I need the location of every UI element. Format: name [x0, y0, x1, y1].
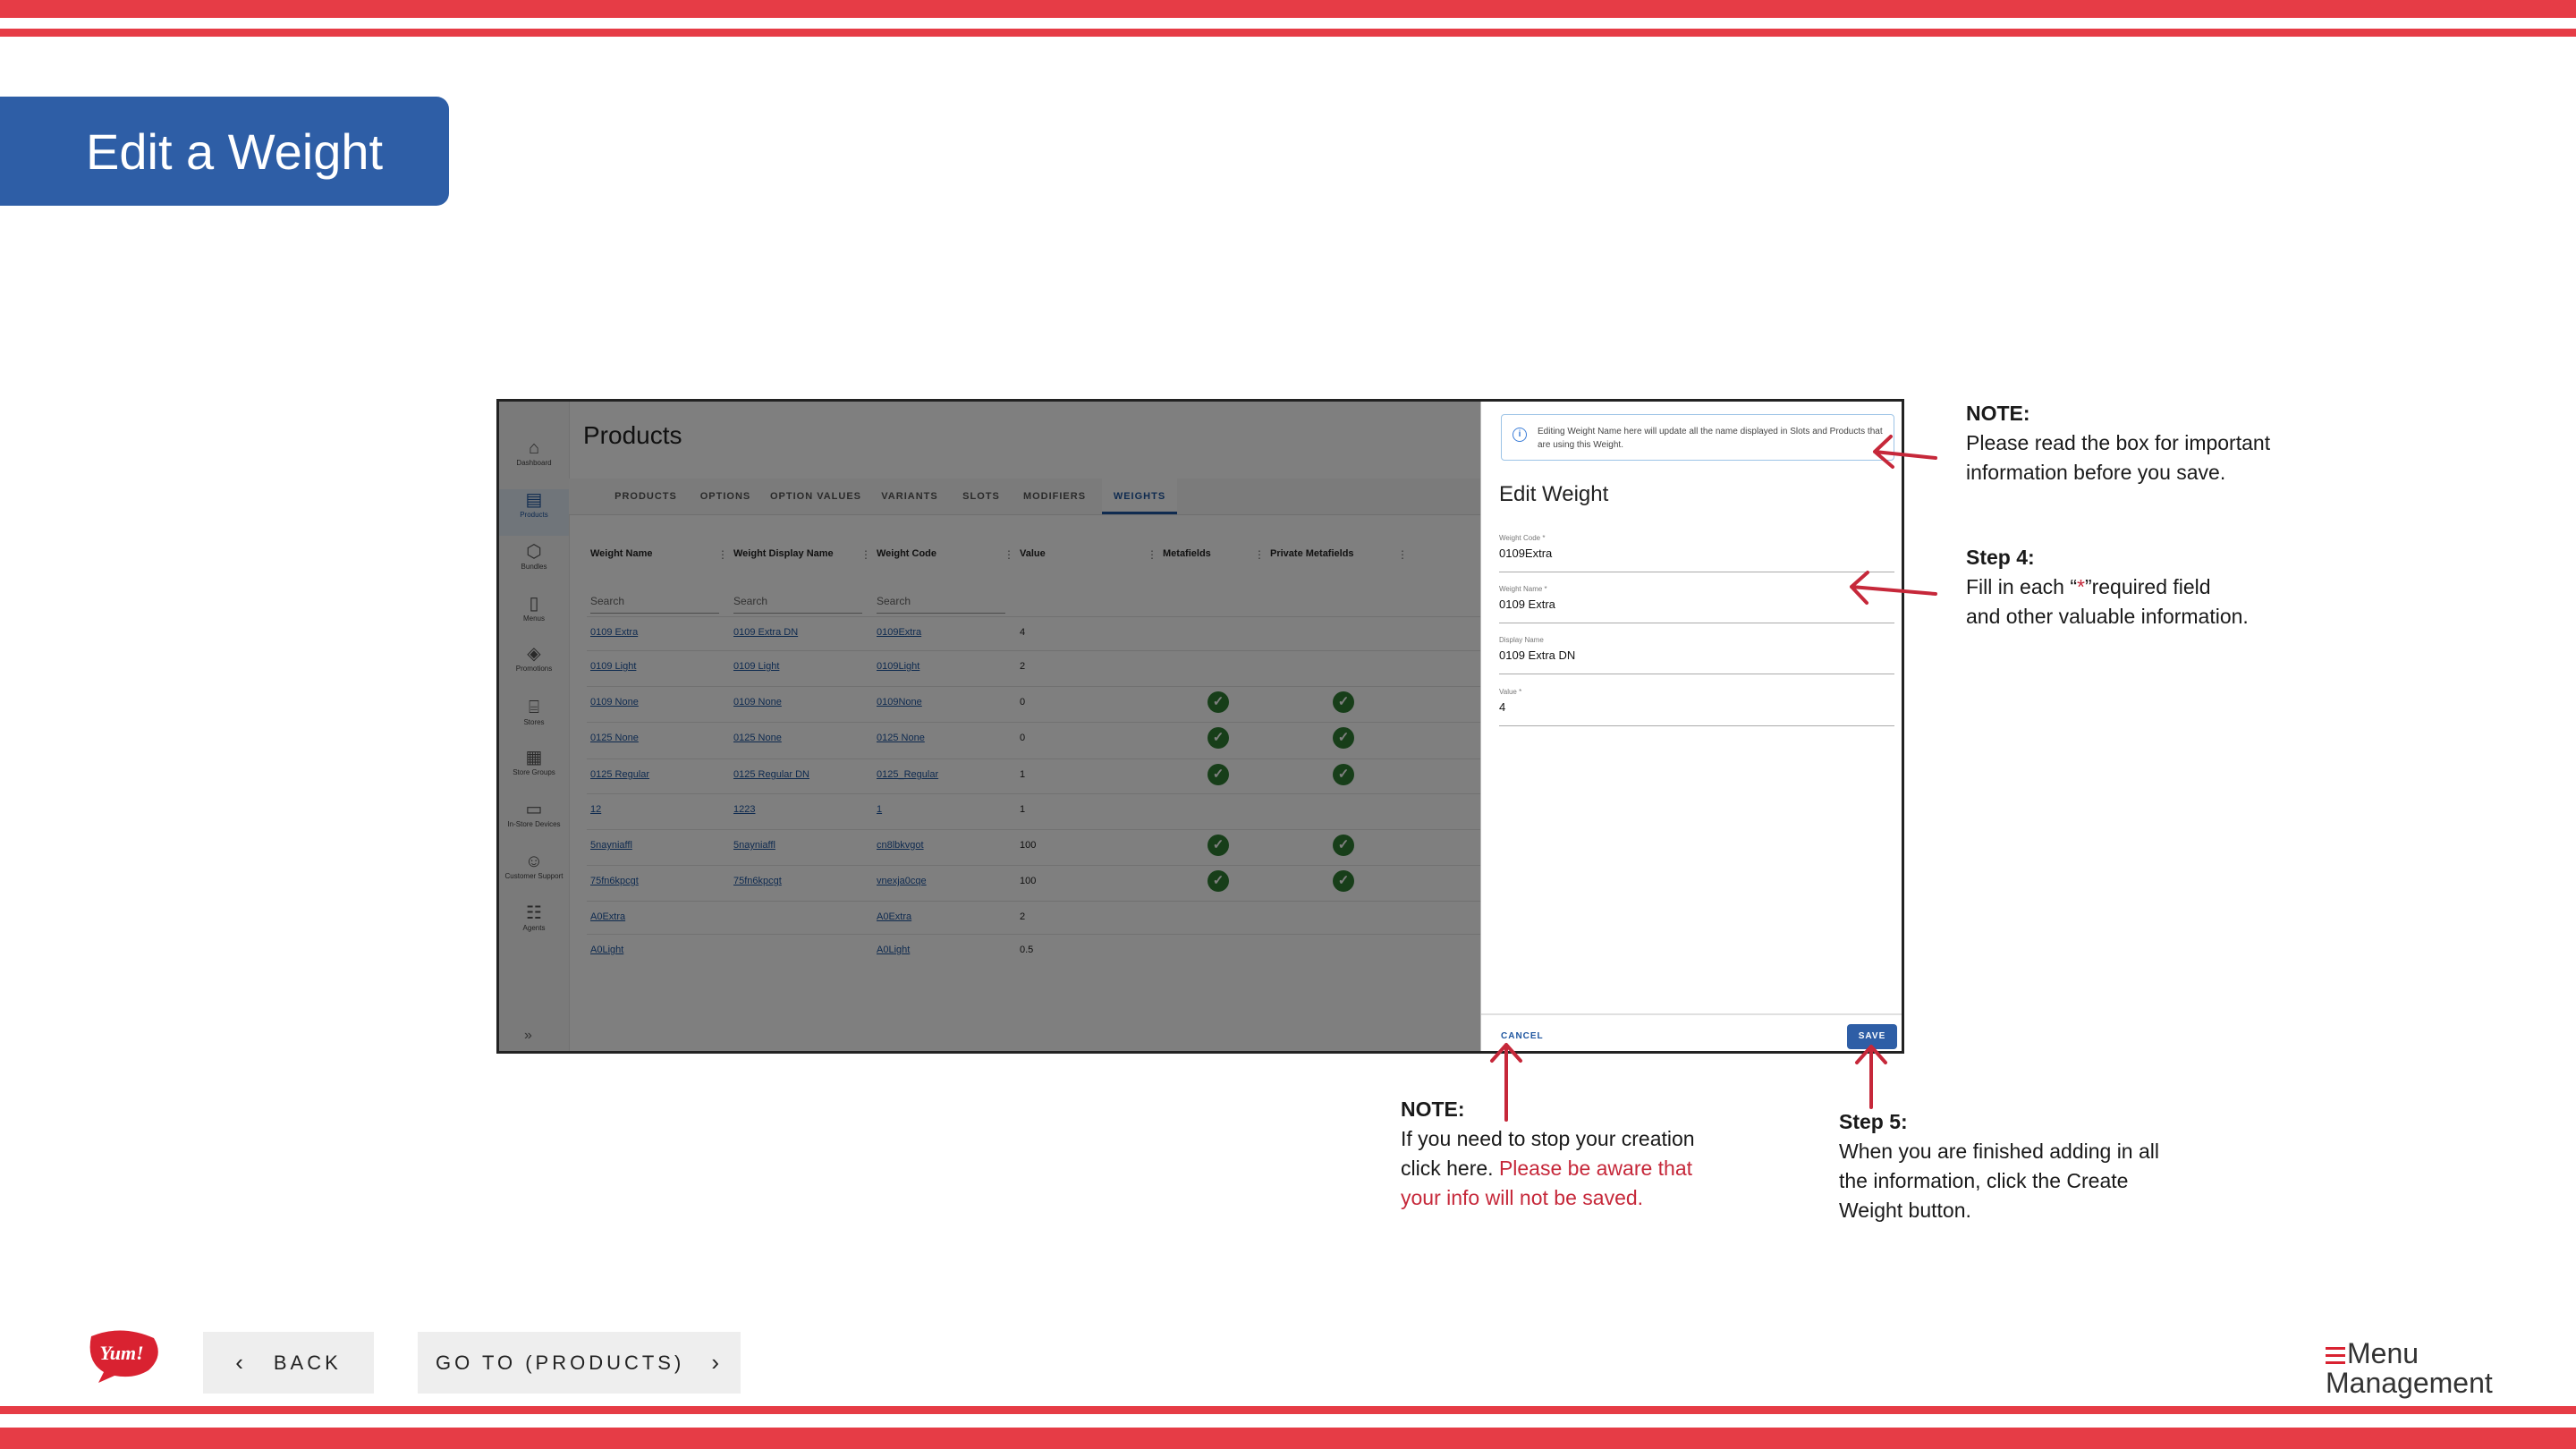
field-value[interactable]: 0109Extra	[1499, 547, 1552, 560]
chevron-left-icon: ‹	[235, 1349, 247, 1376]
info-note-box: i Editing Weight Name here will update a…	[1501, 414, 1894, 461]
step4-annotation: Step 4: Fill in each “*”required field a…	[1966, 543, 2249, 631]
field-label: Value *	[1499, 688, 1522, 696]
info-note-text: Editing Weight Name here will update all…	[1538, 427, 1883, 450]
chevron-right-icon: ›	[711, 1349, 723, 1376]
field-label: Weight Code *	[1499, 534, 1546, 542]
field-value[interactable]: 0109 Extra DN	[1499, 648, 1575, 662]
panel-footer-divider	[1481, 1013, 1902, 1015]
field-value[interactable]: 0109 Extra	[1499, 597, 1555, 611]
step-heading: Step 4:	[1966, 546, 2035, 569]
note-line: Please read the box for important	[1966, 431, 2271, 454]
brand-line-1: Menu	[2347, 1337, 2419, 1369]
step5-annotation: Step 5: When you are finished adding in …	[1839, 1107, 2159, 1225]
note-cancel-annotation: NOTE: If you need to stop your creation …	[1401, 1095, 1695, 1213]
step-line: the information, click the Create	[1839, 1169, 2129, 1192]
save-button[interactable]: SAVE	[1847, 1024, 1897, 1049]
goto-products-button[interactable]: GO TO (PRODUCTS) ›	[418, 1332, 741, 1394]
yum-logo-text: Yum!	[99, 1342, 143, 1364]
note-read-box: NOTE: Please read the box for important …	[1966, 399, 2270, 487]
warning-text: Please be aware that	[1498, 1157, 1693, 1180]
goto-label: GO TO (PRODUCTS)	[436, 1351, 685, 1374]
step-line: Fill in each “	[1966, 575, 2077, 598]
field-label: Display Name	[1499, 636, 1544, 644]
top-stripe-thin	[0, 29, 2576, 37]
products-page: ⌂Dashboard▤Products⬡Bundles▯Menus◈Promot…	[499, 402, 1480, 1051]
menu-management-logo: Menu Management	[2326, 1337, 2493, 1399]
panel-title: Edit Weight	[1499, 482, 1609, 506]
note-heading: NOTE:	[1401, 1097, 1465, 1121]
step-line: Weight button.	[1839, 1199, 1971, 1222]
back-button[interactable]: ‹ BACK	[203, 1332, 374, 1394]
note-line: information before you save.	[1966, 461, 2226, 484]
value-field[interactable]: Value * 4	[1499, 688, 1894, 726]
edit-weight-panel: i Editing Weight Name here will update a…	[1480, 402, 1902, 1051]
app-screenshot: ⌂Dashboard▤Products⬡Bundles▯Menus◈Promot…	[496, 399, 1904, 1054]
display-name-field[interactable]: Display Name 0109 Extra DN	[1499, 636, 1894, 674]
note-line: click here.	[1401, 1157, 1499, 1180]
back-label: BACK	[273, 1351, 342, 1374]
brand-line-2: Management	[2326, 1367, 2493, 1399]
step-heading: Step 5:	[1839, 1110, 1908, 1133]
top-stripe-thick	[0, 0, 2576, 18]
bottom-stripe-thin	[0, 1406, 2576, 1414]
warning-text: your info will not be saved.	[1401, 1186, 1644, 1209]
field-value[interactable]: 4	[1499, 700, 1505, 714]
required-star: *	[2076, 575, 2085, 598]
bottom-stripe-thick	[0, 1428, 2576, 1449]
save-arrow	[1855, 1045, 1887, 1109]
yum-logo: Yum!	[89, 1330, 158, 1383]
step-line: When you are finished adding in all	[1839, 1140, 2160, 1163]
weight-name-field[interactable]: Weight Name * 0109 Extra	[1499, 585, 1894, 623]
info-icon: i	[1513, 428, 1527, 442]
cancel-button[interactable]: CANCEL	[1501, 1031, 1544, 1041]
field-label: Weight Name *	[1499, 585, 1547, 593]
step-line: and other valuable information.	[1966, 605, 2249, 628]
weight-code-field[interactable]: Weight Code * 0109Extra	[1499, 534, 1894, 572]
slide-title-box: Edit a Weight	[0, 97, 449, 206]
note-line: If you need to stop your creation	[1401, 1127, 1695, 1150]
menu-lines-icon	[2326, 1347, 2345, 1364]
note-heading: NOTE:	[1966, 402, 2030, 425]
modal-backdrop[interactable]	[499, 402, 1480, 1051]
slide-title: Edit a Weight	[86, 123, 384, 180]
step-line: ”required field	[2084, 575, 2211, 598]
